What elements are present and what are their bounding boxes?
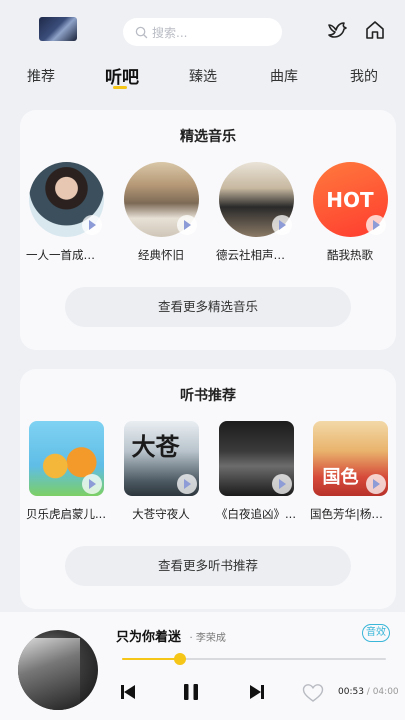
play-icon[interactable] — [81, 474, 102, 494]
tab-library[interactable]: 曲库 — [270, 66, 298, 86]
artist-text: 李荣成 — [195, 633, 226, 644]
item-label: 德云社相声全集 — [216, 248, 296, 262]
item-label: 大苍守夜人 — [132, 507, 190, 521]
artist-name: · 李荣成 — [189, 633, 226, 644]
book-item[interactable]: 大苍 大苍守夜人 — [121, 421, 201, 522]
pause-icon[interactable] — [181, 682, 201, 702]
time-readout: 00:53 / 04:00 — [338, 687, 399, 697]
audiobook-card: 听书推荐 贝乐虎启蒙儿... 大苍 大苍守夜人 《白夜追凶》... 国色 国色芳… — [20, 369, 396, 609]
tab-bar: 推荐 听吧 臻选 曲库 我的 — [0, 62, 405, 92]
music-item[interactable]: 德云社相声全集 — [216, 162, 296, 263]
sound-effect-button[interactable]: 音效 — [362, 624, 390, 642]
progress-bar[interactable] — [122, 653, 386, 665]
progress-fill — [122, 658, 181, 660]
play-icon[interactable] — [271, 215, 292, 235]
previous-icon[interactable] — [118, 682, 138, 702]
more-music-button[interactable]: 查看更多精选音乐 — [65, 287, 351, 327]
item-label: 酷我热歌 — [327, 248, 373, 262]
music-item[interactable]: 经典怀旧 — [121, 162, 201, 263]
cover-title-text: 国色 — [322, 467, 359, 488]
book-item[interactable]: 国色 国色芳华|杨紫... — [310, 421, 390, 522]
play-icon[interactable] — [365, 474, 386, 494]
featured-music-card: 精选音乐 一人一首成名曲 经典怀旧 德云社相声全集 HOT 酷我热歌 查看更多精… — [20, 110, 396, 350]
search-icon — [135, 26, 148, 38]
play-icon[interactable] — [81, 215, 102, 235]
play-icon[interactable] — [271, 474, 292, 494]
play-icon[interactable] — [176, 215, 197, 235]
next-icon[interactable] — [247, 682, 267, 702]
section-title: 听书推荐 — [180, 388, 236, 404]
heart-icon[interactable] — [302, 683, 324, 703]
music-item[interactable]: HOT 酷我热歌 — [310, 162, 390, 263]
total-time: 04:00 — [372, 687, 399, 697]
progress-thumb[interactable] — [174, 653, 187, 665]
item-label: 贝乐虎启蒙儿... — [26, 507, 106, 521]
tab-selected[interactable]: 臻选 — [189, 66, 217, 86]
cover-title-text: 大苍 — [131, 432, 180, 461]
book-item[interactable]: 《白夜追凶》... — [216, 421, 296, 522]
current-time: 00:53 — [338, 687, 364, 697]
tab-recommend[interactable]: 推荐 — [27, 66, 55, 86]
tab-tingba[interactable]: 听吧 — [105, 63, 139, 88]
music-item[interactable]: 一人一首成名曲 — [26, 162, 106, 263]
section-title: 精选音乐 — [180, 129, 236, 145]
item-label: 一人一首成名曲 — [26, 248, 106, 262]
tab-mine[interactable]: 我的 — [350, 66, 378, 86]
item-label: 经典怀旧 — [138, 248, 184, 262]
search-placeholder: 搜索... — [152, 25, 188, 40]
mini-player: 只为你着迷 · 李荣成 音效 00:53 / 04:00 — [0, 612, 405, 720]
search-input[interactable]: 搜索... — [123, 18, 282, 46]
avatar[interactable] — [39, 17, 77, 41]
item-label: 国色芳华|杨紫... — [310, 507, 390, 521]
bird-icon[interactable] — [326, 19, 348, 41]
play-icon[interactable] — [365, 215, 386, 235]
play-icon[interactable] — [176, 474, 197, 494]
hot-logo-text: HOT — [326, 187, 374, 212]
book-item[interactable]: 贝乐虎启蒙儿... — [26, 421, 106, 522]
home-icon[interactable] — [364, 19, 386, 41]
song-name: 只为你着迷 — [116, 630, 182, 645]
more-audiobooks-button[interactable]: 查看更多听书推荐 — [65, 546, 351, 586]
top-bar: 搜索... — [0, 0, 405, 60]
song-title: 只为你着迷 · 李荣成 — [116, 626, 226, 645]
active-tab-indicator — [113, 86, 127, 89]
item-label: 《白夜追凶》... — [216, 507, 296, 521]
album-disc[interactable] — [18, 630, 98, 710]
